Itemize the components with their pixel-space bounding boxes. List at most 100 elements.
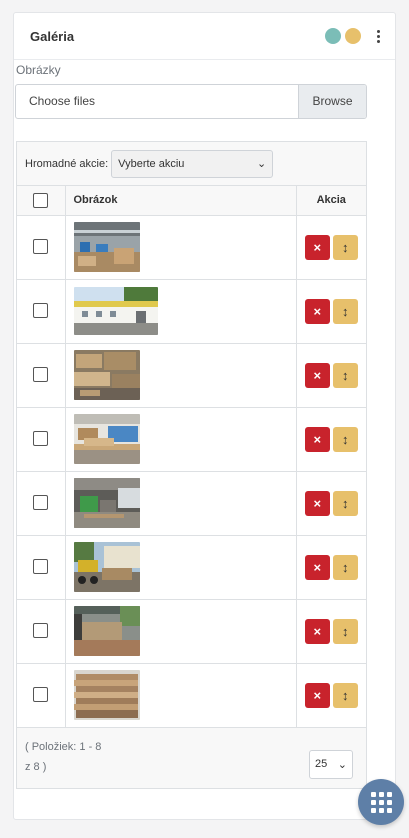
chevron-down-icon: ⌄ (256, 158, 267, 170)
arrows-vertical-icon: ↕ (342, 495, 349, 511)
card-title: Galéria (30, 28, 75, 44)
action-cell: × ↕ (296, 535, 366, 600)
action-cell: × ↕ (296, 279, 366, 344)
row-checkbox[interactable] (33, 239, 49, 255)
row-checkbox[interactable] (33, 687, 49, 703)
delete-button[interactable]: × (304, 234, 330, 260)
image-cell (65, 279, 297, 344)
kebab-menu-icon[interactable] (375, 29, 381, 43)
select-all-checkbox[interactable] (33, 192, 49, 208)
bulk-actions-select[interactable]: Vyberte akciu ⌄ (111, 149, 274, 178)
close-icon: × (313, 495, 322, 511)
images-label: Obrázky (16, 63, 61, 77)
row-checkbox-cell (17, 215, 66, 280)
image-thumbnail[interactable] (73, 670, 140, 720)
close-icon: × (313, 303, 322, 319)
row-checkbox-cell (17, 535, 66, 600)
grid-apps-icon (370, 791, 392, 813)
action-cell: × ↕ (296, 471, 366, 536)
action-cell: × ↕ (296, 407, 366, 472)
row-checkbox-cell (17, 407, 66, 472)
reorder-button[interactable]: ↕ (332, 554, 358, 580)
image-thumbnail[interactable] (73, 606, 140, 656)
row-checkbox-cell (17, 279, 66, 344)
row-checkbox-cell (17, 343, 66, 408)
reorder-button[interactable]: ↕ (332, 362, 358, 388)
apps-grid-button[interactable] (358, 779, 404, 825)
action-cell: × ↕ (296, 663, 366, 728)
image-cell (65, 215, 297, 280)
table-row: × ↕ (17, 663, 366, 728)
image-thumbnail[interactable] (73, 222, 140, 272)
row-checkbox[interactable] (33, 559, 49, 575)
close-icon: × (313, 623, 322, 639)
table-row: × ↕ (17, 215, 366, 280)
close-icon: × (313, 239, 322, 255)
row-checkbox-cell (17, 471, 66, 536)
image-thumbnail[interactable] (73, 478, 140, 528)
image-cell (65, 343, 297, 408)
image-thumbnail[interactable] (73, 287, 158, 335)
reorder-button[interactable]: ↕ (332, 490, 358, 516)
reorder-button[interactable]: ↕ (332, 618, 358, 644)
row-checkbox-cell (17, 663, 66, 728)
column-header-image: Obrázok (65, 186, 297, 216)
row-checkbox-cell (17, 599, 66, 664)
arrows-vertical-icon: ↕ (342, 239, 349, 255)
bulk-actions-bar: Hromadné akcie: Vyberte akciu ⌄ (17, 142, 366, 186)
delete-button[interactable]: × (304, 490, 330, 516)
delete-button[interactable]: × (304, 298, 330, 324)
action-cell: × ↕ (296, 215, 366, 280)
chevron-down-icon: ⌄ (337, 758, 347, 771)
table-row: × ↕ (17, 471, 366, 536)
action-cell: × ↕ (296, 343, 366, 408)
close-icon: × (313, 687, 322, 703)
reorder-button[interactable]: ↕ (332, 298, 358, 324)
card-header: Galéria (14, 13, 395, 60)
delete-button[interactable]: × (304, 426, 330, 452)
select-all-header (17, 186, 66, 216)
file-input-placeholder[interactable]: Choose files (16, 85, 298, 118)
reorder-button[interactable]: ↕ (332, 234, 358, 260)
row-checkbox[interactable] (33, 623, 49, 639)
row-checkbox[interactable] (33, 495, 49, 511)
table-row: × ↕ (17, 343, 366, 408)
image-cell (65, 535, 297, 600)
delete-button[interactable]: × (304, 618, 330, 644)
table-row: × ↕ (17, 599, 366, 664)
image-thumbnail[interactable] (73, 414, 140, 464)
row-checkbox[interactable] (33, 367, 49, 383)
arrows-vertical-icon: ↕ (342, 687, 349, 703)
file-input[interactable]: Choose files Browse (15, 84, 367, 119)
image-cell (65, 471, 297, 536)
table-row: × ↕ (17, 279, 366, 344)
bulk-actions-label: Hromadné akcie: (25, 157, 109, 170)
table-row: × ↕ (17, 407, 366, 472)
delete-button[interactable]: × (304, 362, 330, 388)
status-dot-yellow (345, 28, 361, 44)
column-header-action: Akcia (296, 186, 366, 216)
arrows-vertical-icon: ↕ (342, 367, 349, 383)
close-icon: × (313, 367, 322, 383)
image-thumbnail[interactable] (73, 350, 140, 400)
arrows-vertical-icon: ↕ (342, 559, 349, 575)
arrows-vertical-icon: ↕ (342, 623, 349, 639)
image-thumbnail[interactable] (73, 542, 140, 592)
status-dot-teal (325, 28, 341, 44)
action-cell: × ↕ (296, 599, 366, 664)
delete-button[interactable]: × (304, 682, 330, 708)
reorder-button[interactable]: ↕ (332, 682, 358, 708)
reorder-button[interactable]: ↕ (332, 426, 358, 452)
arrows-vertical-icon: ↕ (342, 303, 349, 319)
close-icon: × (313, 559, 322, 575)
row-checkbox[interactable] (33, 431, 49, 447)
image-cell (65, 599, 297, 664)
delete-button[interactable]: × (304, 554, 330, 580)
per-page-select[interactable]: 25 ⌄ (309, 749, 353, 779)
row-checkbox[interactable] (33, 303, 49, 319)
table-row: × ↕ (17, 535, 366, 600)
table-footer: ( Položiek: 1 - 8 z 8 ) 25 ⌄ (17, 727, 366, 788)
pagination-info: ( Položiek: 1 - 8 z 8 ) (25, 737, 135, 777)
gallery-table: Hromadné akcie: Vyberte akciu ⌄ Obrázok … (16, 141, 367, 789)
browse-button[interactable]: Browse (298, 85, 366, 118)
